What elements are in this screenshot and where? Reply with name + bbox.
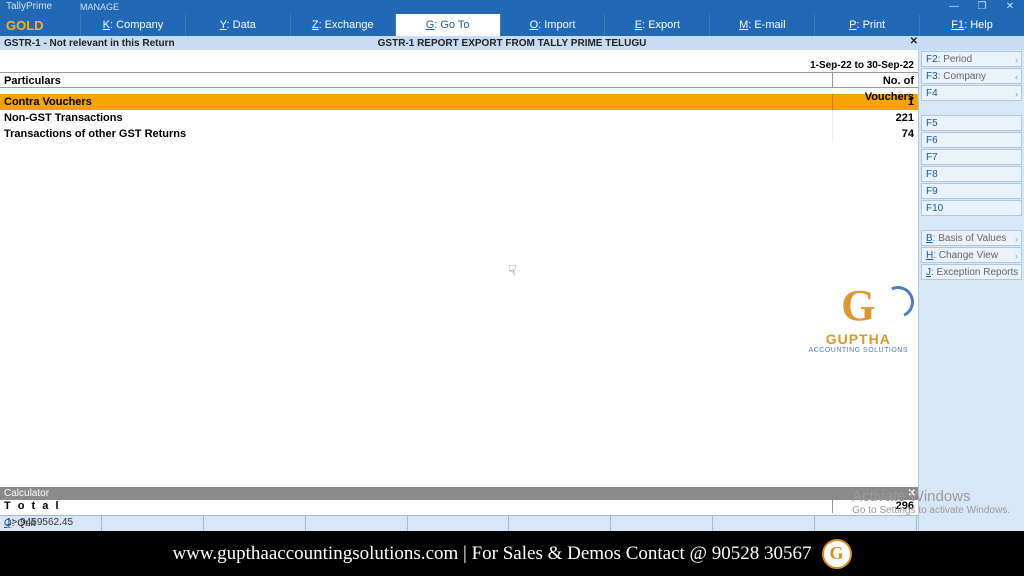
side-f5[interactable]: F5 <box>921 115 1022 131</box>
side-f2-period[interactable]: F2: Period› <box>921 51 1022 67</box>
manage-label: MANAGE <box>80 0 119 14</box>
footer-banner: www.gupthaaccountingsolutions.com | For … <box>0 531 1024 576</box>
edition-label: GOLD <box>0 18 80 33</box>
period-label: 1-Sep-22 to 30-Sep-22 <box>810 60 918 72</box>
report-header: GSTR-1 - Not relevant in this Return GST… <box>0 36 1024 50</box>
menu-print[interactable]: P: Print <box>814 14 919 36</box>
report-close-icon[interactable]: ✕ <box>910 36 918 47</box>
table-row[interactable]: Contra Vouchers 1 <box>0 94 918 110</box>
menu-exchange[interactable]: Z: Exchange <box>290 14 395 36</box>
row-label: Transactions of other GST Returns <box>0 126 832 142</box>
row-value: 221 <box>832 110 918 126</box>
menu-items: K: Company Y: Data Z: Exchange G: Go To … <box>80 14 1024 36</box>
calculator-title: Calculator <box>4 488 49 499</box>
maximize-button[interactable]: ❐ <box>968 0 996 14</box>
side-panel: F2: Period› F3: Company‹ F4› F5 F6 F7 F8… <box>918 50 1024 531</box>
row-value: 1 <box>832 94 918 110</box>
calculator-close-icon[interactable]: ✕ <box>908 487 916 500</box>
menu-export[interactable]: E: Export <box>604 14 709 36</box>
menu-data[interactable]: Y: Data <box>185 14 290 36</box>
side-f9[interactable]: F9 <box>921 183 1022 199</box>
menu-import[interactable]: O: Import <box>500 14 605 36</box>
side-f10[interactable]: F10 <box>921 200 1022 216</box>
table-row[interactable]: Transactions of other GST Returns 74 <box>0 126 918 142</box>
table-row[interactable]: Non-GST Transactions 221 <box>0 110 918 126</box>
close-button[interactable]: ✕ <box>996 0 1024 14</box>
side-f3-company[interactable]: F3: Company‹ <box>921 68 1022 84</box>
side-f4[interactable]: F4› <box>921 85 1022 101</box>
main-area: 1-Sep-22 to 30-Sep-22 Particulars No. of… <box>0 50 1024 531</box>
side-f8[interactable]: F8 <box>921 166 1022 182</box>
col-vouchers: No. of Vouchers <box>832 73 918 87</box>
minimize-button[interactable]: — <box>940 0 968 14</box>
footer-badge-icon: G <box>822 539 852 569</box>
menu-bar: GOLD K: Company Y: Data Z: Exchange G: G… <box>0 14 1024 36</box>
row-value: 74 <box>832 126 918 142</box>
logo-name: GUPTHA <box>809 331 908 347</box>
period-row: 1-Sep-22 to 30-Sep-22 <box>0 50 918 72</box>
app-name: TallyPrime <box>0 1 52 12</box>
logo-g: G <box>809 280 908 331</box>
side-exception-reports[interactable]: J: Exception Reports› <box>921 264 1022 280</box>
title-bar: TallyPrime MANAGE — ❐ ✕ <box>0 0 1024 14</box>
menu-email[interactable]: M: E-mail <box>709 14 814 36</box>
row-label: Contra Vouchers <box>0 94 832 110</box>
total-label: T o t a l <box>0 498 832 513</box>
logo-sub: ACCOUNTING SOLUTIONS <box>809 347 908 354</box>
total-value: 296 <box>832 498 918 513</box>
side-basis-values[interactable]: B: Basis of Values› <box>921 230 1022 246</box>
row-label: Non-GST Transactions <box>0 110 832 126</box>
side-f6[interactable]: F6 <box>921 132 1022 148</box>
col-particulars: Particulars <box>0 73 832 87</box>
report-pane: 1-Sep-22 to 30-Sep-22 Particulars No. of… <box>0 50 918 531</box>
side-change-view[interactable]: H: Change View› <box>921 247 1022 263</box>
side-f7[interactable]: F7 <box>921 149 1022 165</box>
calculator-output: 1> 9459562.45 <box>0 516 922 529</box>
menu-help[interactable]: F1: Help <box>919 14 1024 36</box>
cursor-icon: ☟ <box>508 262 517 279</box>
footer-text: www.gupthaaccountingsolutions.com | For … <box>172 543 811 565</box>
watermark-logo: G GUPTHA ACCOUNTING SOLUTIONS <box>809 280 908 354</box>
window-controls: — ❐ ✕ <box>940 0 1024 14</box>
report-subtitle: GSTR-1 - Not relevant in this Return <box>0 38 175 49</box>
menu-company[interactable]: K: Company <box>80 14 185 36</box>
calculator-bar: Calculator ✕ <box>0 487 918 500</box>
column-header: Particulars No. of Vouchers <box>0 72 918 88</box>
menu-goto[interactable]: G: Go To <box>395 14 500 36</box>
report-title: GSTR-1 REPORT EXPORT FROM TALLY PRIME TE… <box>378 38 647 49</box>
